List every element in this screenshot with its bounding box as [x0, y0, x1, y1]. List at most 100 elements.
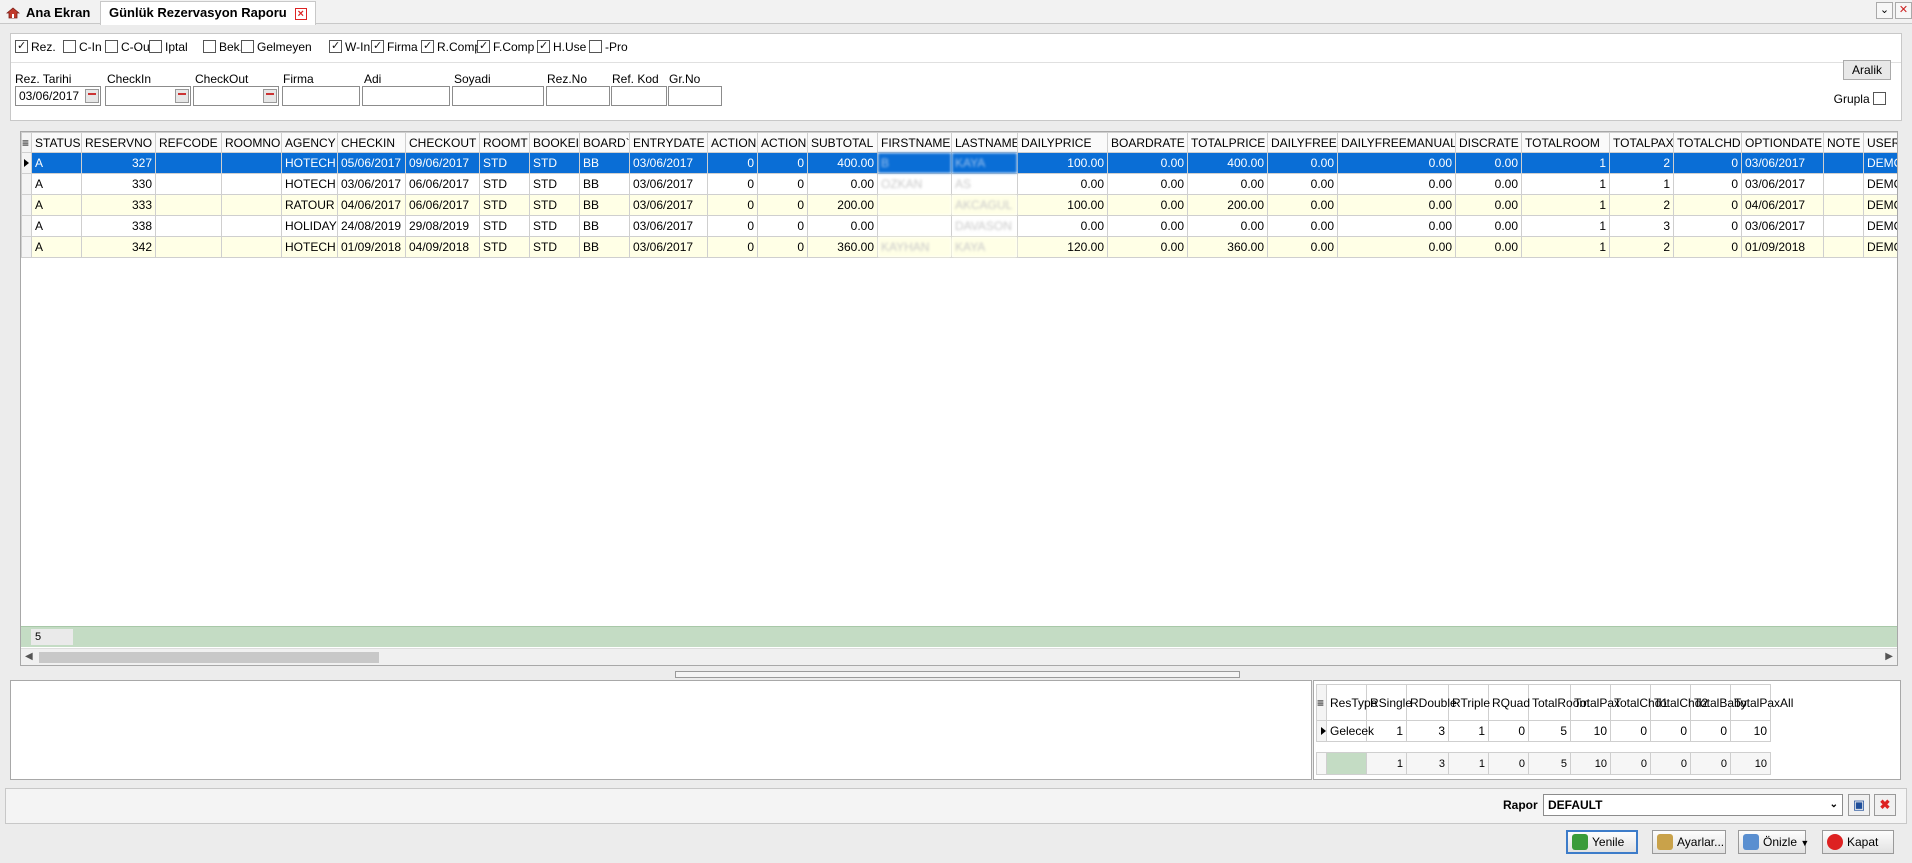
- column-header[interactable]: DAILYFREE: [1267, 132, 1338, 153]
- summary-cell[interactable]: 10: [1570, 720, 1611, 742]
- table-cell[interactable]: STD: [529, 152, 580, 174]
- column-header[interactable]: BOOKEI: [529, 132, 580, 153]
- table-cell[interactable]: 360.00: [807, 236, 878, 258]
- table-cell[interactable]: [221, 215, 282, 237]
- column-header[interactable]: DAILYPRICE: [1017, 132, 1108, 153]
- table-cell[interactable]: 03/06/2017: [629, 194, 708, 216]
- table-cell[interactable]: 0.00: [1107, 215, 1188, 237]
- tab-report[interactable]: Günlük Rezervasyon Raporu ×: [100, 1, 316, 25]
- table-cell[interactable]: 0.00: [1455, 194, 1522, 216]
- table-cell[interactable]: 360.00: [1187, 236, 1268, 258]
- table-cell[interactable]: 0.00: [1337, 152, 1456, 174]
- calendar-icon[interactable]: [263, 89, 277, 103]
- column-header[interactable]: ROOMT: [479, 132, 530, 153]
- table-cell[interactable]: 0: [757, 194, 808, 216]
- table-cell[interactable]: 03/06/2017: [1741, 173, 1824, 195]
- column-chooser-icon[interactable]: ≡: [1316, 684, 1327, 721]
- panel-splitter[interactable]: [675, 671, 1240, 678]
- table-cell[interactable]: 100.00: [1017, 194, 1108, 216]
- table-cell[interactable]: 0: [707, 215, 758, 237]
- table-cell[interactable]: 1: [1521, 236, 1610, 258]
- summary-column-header[interactable]: TotalPaxAll: [1730, 684, 1793, 721]
- table-cell[interactable]: RATOUR: [281, 194, 338, 216]
- table-cell[interactable]: STD: [479, 152, 530, 174]
- column-header[interactable]: CHECKIN: [337, 132, 406, 153]
- save-icon[interactable]: ▣: [1848, 794, 1870, 816]
- table-cell[interactable]: 0.00: [1455, 152, 1522, 174]
- table-cell[interactable]: 0.00: [807, 215, 878, 237]
- table-cell[interactable]: 04/06/2017: [337, 194, 406, 216]
- table-cell[interactable]: BB: [579, 173, 630, 195]
- table-cell[interactable]: KAYHAN: [877, 236, 952, 258]
- table-cell[interactable]: 327: [81, 152, 156, 174]
- summary-column-header[interactable]: RTriple: [1448, 684, 1490, 721]
- summary-column-header[interactable]: ResType: [1326, 684, 1377, 721]
- summary-cell[interactable]: Gelecek: [1326, 720, 1374, 742]
- column-header[interactable]: BOARDRATE: [1107, 132, 1188, 153]
- column-header[interactable]: SUBTOTAL: [807, 132, 878, 153]
- table-cell[interactable]: 400.00: [807, 152, 878, 174]
- table-cell[interactable]: DEMO: [1863, 215, 1897, 237]
- table-cell[interactable]: 1: [1609, 173, 1674, 195]
- table-cell[interactable]: 0.00: [1455, 215, 1522, 237]
- table-cell[interactable]: A: [31, 194, 82, 216]
- checkbox-box[interactable]: [329, 40, 342, 53]
- table-row[interactable]: A 330 HOTECH 03/06/2017 06/06/2017 STD STD BB 03…: [21, 173, 1897, 195]
- table-cell[interactable]: 03/06/2017: [1741, 152, 1824, 174]
- table-cell[interactable]: STD: [479, 173, 530, 195]
- filter-checkbox-4[interactable]: Bek.: [203, 39, 243, 55]
- summary-grid[interactable]: ≡ ResType RSingle RDouble RTriple RQuad TotalR…: [1313, 680, 1901, 780]
- table-cell[interactable]: 0.00: [1107, 152, 1188, 174]
- summary-column-header[interactable]: TotalBaby: [1690, 684, 1747, 721]
- table-cell[interactable]: STD: [479, 215, 530, 237]
- table-cell[interactable]: 0: [757, 152, 808, 174]
- table-cell[interactable]: [155, 152, 222, 174]
- table-cell[interactable]: DAVASON: [951, 215, 1018, 237]
- column-header[interactable]: STATUS: [31, 132, 82, 153]
- scroll-right-icon[interactable]: ▶: [1885, 651, 1893, 662]
- table-cell[interactable]: [1823, 173, 1864, 195]
- dropdown-arrow-icon[interactable]: ▼: [1800, 838, 1809, 848]
- table-cell[interactable]: 330: [81, 173, 156, 195]
- onizle-button[interactable]: Önizle ▼: [1738, 830, 1809, 854]
- table-cell[interactable]: 29/08/2019: [405, 215, 480, 237]
- table-cell[interactable]: STD: [479, 236, 530, 258]
- table-cell[interactable]: 05/06/2017: [337, 152, 406, 174]
- column-header[interactable]: TOTALROOM: [1521, 132, 1610, 153]
- table-cell[interactable]: 2: [1609, 194, 1674, 216]
- table-cell[interactable]: [877, 194, 952, 216]
- scroll-left-icon[interactable]: ◀: [25, 651, 33, 662]
- scroll-thumb[interactable]: [39, 652, 379, 663]
- table-cell[interactable]: STD: [529, 194, 580, 216]
- filter-checkbox-0[interactable]: Rez.: [15, 39, 56, 55]
- filter-checkbox-11[interactable]: -Pro: [589, 39, 628, 55]
- table-cell[interactable]: 1: [1521, 173, 1610, 195]
- table-cell[interactable]: 0.00: [1267, 215, 1338, 237]
- checkbox-box[interactable]: [241, 40, 254, 53]
- filter-checkbox-6[interactable]: W-In: [329, 39, 370, 55]
- checkout-input[interactable]: [193, 86, 279, 106]
- table-cell[interactable]: HOTECH: [281, 152, 338, 174]
- table-cell[interactable]: 0: [757, 236, 808, 258]
- column-header[interactable]: RESERVNO: [81, 132, 156, 153]
- table-cell[interactable]: BB: [579, 236, 630, 258]
- table-cell[interactable]: [221, 194, 282, 216]
- column-header[interactable]: USERC: [1863, 132, 1897, 153]
- table-cell[interactable]: 200.00: [1187, 194, 1268, 216]
- summary-cell[interactable]: 0: [1610, 720, 1651, 742]
- table-cell[interactable]: 100.00: [1017, 152, 1108, 174]
- table-cell[interactable]: [877, 215, 952, 237]
- filter-checkbox-9[interactable]: F.Comp: [477, 39, 534, 55]
- table-cell[interactable]: 0: [707, 173, 758, 195]
- table-cell[interactable]: A: [31, 152, 82, 174]
- table-cell[interactable]: 04/06/2017: [1741, 194, 1824, 216]
- table-cell[interactable]: [1823, 152, 1864, 174]
- table-cell[interactable]: 1: [1521, 215, 1610, 237]
- table-cell[interactable]: 1: [1521, 152, 1610, 174]
- firma-input[interactable]: [282, 86, 360, 106]
- table-cell[interactable]: 03/06/2017: [629, 173, 708, 195]
- table-cell[interactable]: 2: [1609, 152, 1674, 174]
- table-cell[interactable]: 3: [1609, 215, 1674, 237]
- table-cell[interactable]: 0.00: [1455, 236, 1522, 258]
- table-cell[interactable]: AKCAGUL: [951, 194, 1018, 216]
